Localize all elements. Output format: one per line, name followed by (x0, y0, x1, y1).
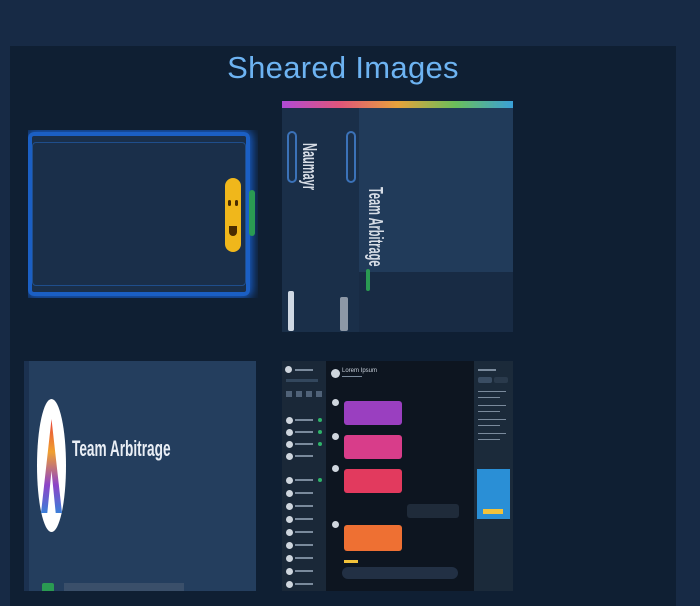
text-line (478, 425, 500, 426)
avatar (285, 366, 292, 373)
avatar (286, 453, 293, 460)
avatar (286, 581, 293, 588)
text-line (295, 431, 313, 433)
text-line (295, 443, 313, 445)
search-bar (286, 379, 318, 382)
avatar (286, 542, 293, 549)
footer-bar (64, 583, 184, 591)
avatar (286, 477, 293, 484)
edge-strip (24, 361, 29, 591)
text-line (295, 505, 313, 507)
avatar (286, 503, 293, 510)
text-line (478, 397, 500, 398)
chat-avatar (331, 369, 340, 378)
message-bubble (344, 469, 402, 493)
footer-panel (359, 272, 513, 332)
ad-button[interactable] (483, 509, 503, 514)
message-bubble (344, 435, 402, 459)
avatar (286, 429, 293, 436)
text-line (295, 531, 313, 533)
glow-bar (28, 132, 250, 296)
text-line (478, 419, 506, 420)
glow-bar-image[interactable] (28, 130, 258, 298)
team-arbitrage-image[interactable]: Team Arbitrage (24, 361, 256, 591)
green-indicator (366, 269, 370, 291)
rainbow-bar (282, 101, 513, 108)
stretched-label: Team Arbitrage (364, 187, 386, 267)
smiley-emoji-icon (225, 178, 241, 252)
text-line (478, 411, 500, 412)
avatar (286, 529, 293, 536)
emoji-mouth (229, 226, 237, 236)
blur-element (288, 291, 294, 331)
avatar-ring-icon (287, 131, 297, 183)
page-title: Sheared Images (227, 50, 459, 85)
text-line (342, 376, 362, 377)
nav-icon (286, 391, 292, 397)
text-line (478, 405, 506, 406)
avatar (286, 555, 293, 562)
green-indicator (42, 583, 54, 591)
text-line (478, 439, 500, 440)
text-line (295, 455, 313, 457)
emoji-eye (235, 200, 238, 206)
online-dot-icon (318, 418, 322, 422)
avatar (286, 490, 293, 497)
avatar (332, 399, 339, 406)
nav-icon (306, 391, 312, 397)
message-bubble (344, 525, 402, 551)
message-bubble (344, 401, 402, 425)
avatar (286, 516, 293, 523)
text-line (478, 433, 506, 434)
nav-icon (296, 391, 302, 397)
message-bubble-outgoing (407, 504, 459, 518)
blur-element (340, 297, 348, 331)
emoji-row (344, 560, 358, 563)
chat-title: Lorem Ipsum (342, 368, 378, 374)
text-line (295, 369, 313, 371)
avatar (332, 465, 339, 472)
chat-ui-image[interactable]: Lorem Ipsum (282, 361, 513, 591)
team-name: Team Arbitrage (72, 436, 171, 461)
text-line (295, 557, 313, 559)
online-dot-icon (318, 430, 322, 434)
text-line (478, 369, 496, 371)
text-line (295, 570, 313, 572)
tab[interactable] (478, 377, 492, 383)
avatar (286, 417, 293, 424)
avatar (332, 521, 339, 528)
avatar (332, 433, 339, 440)
avatar (286, 568, 293, 575)
text-line (295, 419, 313, 421)
text-line (295, 492, 313, 494)
message-input[interactable] (342, 567, 458, 579)
green-handle (249, 190, 255, 236)
text-line (478, 391, 506, 392)
tab[interactable] (494, 377, 508, 383)
online-dot-icon (318, 478, 322, 482)
text-line (295, 583, 313, 585)
online-dot-icon (318, 442, 322, 446)
text-line (295, 479, 313, 481)
text-line (295, 544, 313, 546)
nav-icon (316, 391, 322, 397)
avatar (286, 441, 293, 448)
avatar-ring-icon (346, 131, 356, 183)
emoji-eye (228, 200, 231, 206)
stretched-app-image[interactable]: Naumayr Team Arbitrage (282, 101, 513, 332)
text-line (295, 518, 313, 520)
stretched-label: Naumayr (298, 143, 320, 191)
